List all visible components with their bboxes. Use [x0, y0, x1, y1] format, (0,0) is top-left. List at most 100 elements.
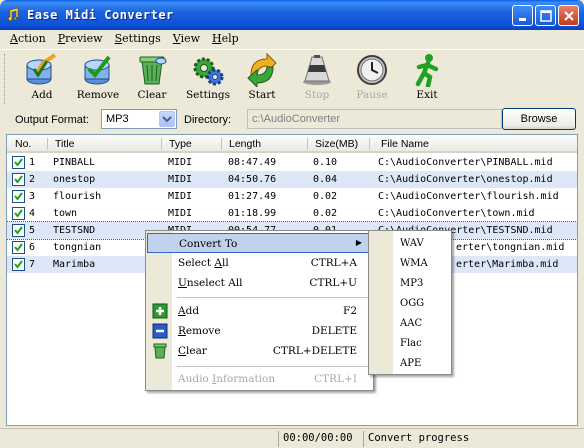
row-checkbox[interactable] [12, 207, 25, 220]
menu-remove[interactable]: Remove DELETE [147, 321, 373, 341]
checkmark-icon [14, 175, 23, 184]
menu-remove-label: Remove [178, 325, 221, 337]
column-divider[interactable] [47, 138, 48, 150]
table-row[interactable]: 3 flourish MIDI 01:27.49 0.02 C:\AudioCo… [7, 188, 577, 205]
submenu-item-ape[interactable]: APE [400, 358, 421, 369]
row-file-name: C:\AudioConverter\town.mid [378, 208, 535, 219]
toolbar-grip[interactable] [4, 54, 7, 104]
submenu-arrow-icon: ▶ [355, 238, 362, 247]
status-progress-label: Convert progress [368, 432, 470, 444]
menu-clear-text: lear [186, 345, 207, 357]
maximize-icon [540, 10, 552, 22]
menu-view[interactable]: View [167, 30, 206, 48]
row-title: PINBALL [53, 157, 96, 168]
start-button[interactable]: Start [234, 53, 290, 107]
pause-button[interactable]: Pause [344, 53, 400, 107]
submenu-item-flac[interactable]: Flac [400, 338, 422, 349]
status-progress-pane: Convert progress [363, 431, 584, 447]
row-checkbox[interactable] [12, 173, 25, 186]
menu-unselect-all-mnemonic: U [178, 277, 187, 289]
column-divider[interactable] [307, 138, 308, 150]
add-icon [26, 53, 57, 85]
checkmark-icon [14, 260, 23, 269]
menu-action[interactable]: Action [4, 30, 52, 48]
convert-to-submenu: WAV WMA MP3 OGG AAC Flac APE [368, 230, 452, 375]
title-bar[interactable]: Ease Midi Converter [0, 0, 584, 30]
settings-label: Settings [185, 89, 231, 101]
row-checkbox[interactable] [12, 224, 25, 237]
directory-value: c:\AudioConverter [252, 113, 341, 125]
settings-button[interactable]: Settings [180, 53, 236, 107]
row-checkbox[interactable] [12, 190, 25, 203]
add-button[interactable]: Add [14, 53, 70, 107]
menu-add[interactable]: Add F2 [147, 301, 373, 321]
menu-clear-label: Clear [178, 345, 207, 357]
menu-add-shortcut: F2 [343, 305, 357, 317]
submenu-item-ogg[interactable]: OGG [400, 298, 424, 309]
menu-audio-information-text-rest: nformation [216, 373, 276, 385]
exit-running-man-icon [415, 54, 439, 87]
column-header-no[interactable]: No. [15, 138, 31, 150]
column-header-size[interactable]: Size(MB) [315, 138, 358, 150]
column-divider[interactable] [221, 138, 222, 150]
menu-help[interactable]: Help [206, 30, 245, 48]
table-row[interactable]: 4 town MIDI 01:18.99 0.02 C:\AudioConver… [7, 205, 577, 222]
row-file-name: C:\AudioConverter\PINBALL.mid [378, 157, 553, 168]
menu-audio-information-text: Audio [178, 373, 213, 385]
minimize-icon [519, 18, 526, 21]
menu-unselect-all[interactable]: Unselect All CTRL+U [147, 273, 373, 293]
maximize-button[interactable] [535, 5, 556, 26]
column-header-title[interactable]: Title [55, 138, 74, 150]
submenu-item-wav[interactable]: WAV [400, 238, 424, 249]
row-type: MIDI [168, 191, 193, 202]
column-header-length[interactable]: Length [229, 138, 261, 150]
row-size: 0.02 [313, 191, 338, 202]
exit-button[interactable]: Exit [399, 53, 455, 107]
submenu-item-aac[interactable]: AAC [400, 318, 422, 329]
menu-audio-information-shortcut: CTRL+I [314, 373, 357, 385]
directory-field[interactable]: c:\AudioConverter [247, 109, 502, 129]
menu-action-label: ction [17, 32, 46, 45]
menu-select-all[interactable]: Select All CTRL+A [147, 253, 373, 273]
clear-trash-icon [153, 343, 167, 359]
stop-button[interactable]: Stop [289, 53, 345, 107]
remove-button[interactable]: Remove [70, 53, 126, 107]
output-format-dropdown-button[interactable] [159, 111, 175, 127]
row-title: town [53, 208, 78, 219]
menu-audio-information-label: Audio Information [178, 373, 275, 385]
close-button[interactable] [558, 5, 579, 26]
checkmark-icon [14, 192, 23, 201]
directory-label: Directory: [184, 114, 232, 126]
minimize-button[interactable] [512, 5, 533, 26]
remove-minus-icon [152, 323, 168, 339]
menu-audio-information[interactable]: Audio Information CTRL+I [147, 369, 373, 389]
output-format-select[interactable]: MP3 [101, 109, 177, 129]
table-row[interactable]: 1 PINBALL MIDI 08:47.49 0.10 C:\AudioCon… [7, 154, 577, 171]
row-size: 0.02 [313, 208, 338, 219]
submenu-item-wma[interactable]: WMA [400, 258, 428, 269]
output-format-value: MP3 [106, 113, 129, 125]
column-divider[interactable] [161, 138, 162, 150]
clear-trash-icon [139, 56, 167, 85]
column-header-file-name[interactable]: File Name [381, 138, 429, 150]
stop-cone-icon [303, 55, 331, 85]
context-menu: Convert To ▶ Select All CTRL+A Unselect … [145, 230, 374, 391]
browse-button[interactable]: Browse [502, 108, 576, 130]
clear-button[interactable]: Clear [124, 53, 180, 107]
menu-settings[interactable]: Settings [109, 30, 167, 48]
column-header-type[interactable]: Type [169, 138, 192, 150]
checkmark-icon [14, 209, 23, 218]
row-checkbox[interactable] [12, 258, 25, 271]
row-no: 3 [29, 191, 36, 202]
status-time: 00:00/00:00 [283, 432, 353, 444]
row-checkbox[interactable] [12, 156, 25, 169]
row-checkbox[interactable] [12, 241, 25, 254]
menu-clear[interactable]: Clear CTRL+DELETE [147, 341, 373, 361]
submenu-item-mp3[interactable]: MP3 [400, 278, 423, 289]
column-divider[interactable] [369, 138, 370, 150]
settings-gears-icon [193, 57, 224, 86]
menu-preview[interactable]: Preview [52, 30, 109, 48]
table-row[interactable]: 2 onestop MIDI 04:50.76 0.04 C:\AudioCon… [7, 171, 577, 188]
menu-convert-to[interactable]: Convert To ▶ [147, 233, 373, 253]
remove-label: Remove [76, 89, 120, 101]
